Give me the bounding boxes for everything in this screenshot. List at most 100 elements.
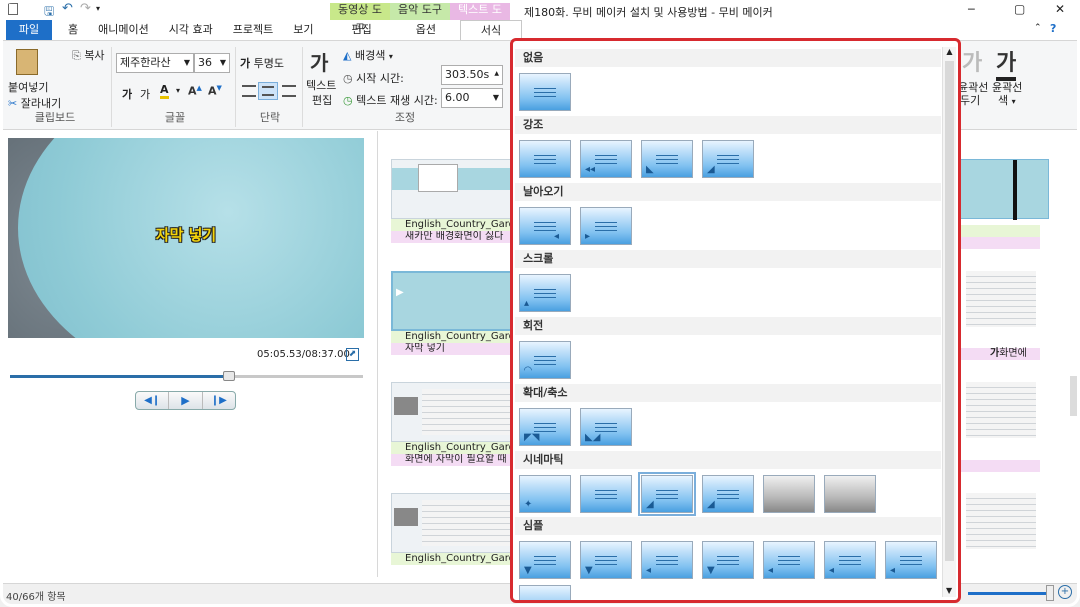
clip-thumbnail[interactable]: [966, 382, 1036, 438]
grow-font-button[interactable]: A▲: [188, 84, 202, 98]
tab-file[interactable]: 파일: [6, 20, 52, 40]
effect-tile[interactable]: [519, 585, 571, 600]
effect-tile[interactable]: ◂◂: [580, 140, 632, 178]
play-button[interactable]: ▶: [168, 392, 203, 409]
effect-tile[interactable]: ▼: [519, 541, 571, 579]
effect-tile[interactable]: ◂: [519, 207, 571, 245]
transparency-button[interactable]: 가 투명도: [240, 55, 284, 71]
text-line-icon: [839, 564, 861, 565]
maximize-button[interactable]: ▢: [1014, 2, 1025, 16]
zoom-slider[interactable]: [968, 592, 1048, 595]
edit-text-label-2[interactable]: 편집: [312, 92, 332, 108]
font-color-dropdown-icon[interactable]: ▾: [176, 86, 180, 95]
previous-frame-button[interactable]: ◀❙: [136, 392, 168, 409]
effect-tile[interactable]: ▼: [702, 541, 754, 579]
clip-subtitle-bar: [956, 237, 1040, 249]
seek-thumb[interactable]: [222, 371, 235, 381]
close-button[interactable]: ✕: [1055, 2, 1065, 16]
effect-tile[interactable]: ◂: [885, 541, 937, 579]
tab-project[interactable]: 프로젝트: [223, 20, 283, 40]
minimize-button[interactable]: ─: [968, 3, 975, 16]
align-left-icon[interactable]: [242, 85, 256, 97]
contextual-tab-headers: 동영상 도구 음악 도구 텍스트 도구: [330, 0, 510, 35]
effect-tile[interactable]: ▸: [580, 207, 632, 245]
clip-thumbnail[interactable]: [956, 159, 1049, 220]
align-right-icon[interactable]: [282, 85, 296, 97]
bold-button[interactable]: 가: [122, 86, 132, 102]
clip-thumbnail[interactable]: [966, 271, 1036, 327]
tab-edit[interactable]: 편집: [341, 20, 381, 40]
outline-size-icon[interactable]: 가: [962, 45, 982, 77]
gallery-scrollbar[interactable]: ▲ ▼: [942, 47, 956, 597]
effect-tile[interactable]: ◂: [824, 541, 876, 579]
effect-tile[interactable]: [824, 475, 876, 513]
paste-icon[interactable]: [16, 49, 38, 75]
effect-tile[interactable]: ▼: [580, 541, 632, 579]
qat-dropdown-icon[interactable]: ▾: [96, 4, 100, 13]
edit-text-icon[interactable]: 가: [310, 47, 328, 76]
scroll-down-icon[interactable]: ▼: [946, 586, 952, 595]
effect-tile[interactable]: ◤◥: [519, 408, 571, 446]
effect-tile[interactable]: ◣◢: [580, 408, 632, 446]
text-line-icon: [717, 564, 739, 565]
effect-tile[interactable]: [519, 73, 571, 111]
outline-color-icon[interactable]: 가: [996, 45, 1017, 81]
fullscreen-icon[interactable]: ⬈: [346, 348, 359, 361]
effect-tile[interactable]: ▴: [519, 274, 571, 312]
edit-text-label[interactable]: 텍스트: [306, 77, 336, 93]
outline-size-label-2[interactable]: 두기: [960, 92, 980, 108]
clip-thumbnail[interactable]: [966, 493, 1036, 549]
effect-tile[interactable]: ◜◝: [519, 341, 571, 379]
text-line-icon: [534, 556, 556, 557]
effect-tile[interactable]: [580, 475, 632, 513]
text-line-icon: [656, 556, 678, 557]
font-family-select[interactable]: 제주한라산 ▼: [116, 53, 194, 73]
next-frame-button[interactable]: ❙▶: [203, 392, 235, 409]
redo-icon[interactable]: ↷: [80, 1, 91, 16]
italic-button[interactable]: 가: [140, 86, 150, 102]
tab-animation[interactable]: 애니메이션: [88, 20, 159, 40]
effect-tile[interactable]: ✦: [519, 475, 571, 513]
zoom-thumb[interactable]: [1046, 585, 1054, 601]
collapse-ribbon-icon[interactable]: ⌃: [1034, 23, 1042, 33]
font-size-select[interactable]: 36 ▼: [194, 53, 230, 73]
tab-options[interactable]: 옵션: [406, 20, 446, 40]
undo-icon[interactable]: ↶: [62, 1, 73, 16]
align-center-button[interactable]: [258, 82, 278, 100]
tab-visual-effects[interactable]: 시각 효과: [159, 20, 223, 40]
scroll-up-icon[interactable]: ▲: [943, 47, 956, 56]
seek-bar[interactable]: [10, 371, 363, 381]
storyboard-scrollbar[interactable]: [1070, 376, 1078, 416]
storyboard-clip[interactable]: English_Country_Garde 화면에 자막이 필요할 때: [391, 382, 521, 466]
effect-tile[interactable]: [519, 140, 571, 178]
background-color-button[interactable]: ◭ 배경색 ▾: [343, 47, 393, 63]
storyboard-clip[interactable]: ▶ English_Country_Garde 자막 넣기: [391, 271, 521, 355]
font-color-button[interactable]: A: [160, 83, 169, 99]
paste-button[interactable]: 붙여넣기: [8, 79, 48, 95]
effect-tile[interactable]: ◂: [641, 541, 693, 579]
start-time-input[interactable]: 303.50s▲▼: [441, 65, 503, 95]
storyboard-clip[interactable]: English_Country_Garde 새카만 배경화면이 싫다: [391, 159, 521, 243]
effect-tile[interactable]: ◢: [702, 475, 754, 513]
copy-button[interactable]: ⎘ 복사: [72, 47, 105, 63]
arrow-icon: ▼: [524, 565, 532, 576]
tab-view[interactable]: 보기: [283, 20, 323, 40]
effect-tile[interactable]: [763, 475, 815, 513]
zoom-in-icon[interactable]: +: [1058, 585, 1072, 599]
duration-select[interactable]: 6.00 ▼: [441, 88, 503, 108]
outline-color-label-2[interactable]: 색 ▾: [998, 92, 1016, 108]
ribbon-tabs: 파일 홈 애니메이션 시각 효과 프로젝트 보기 편집 옵션 서식 ⌃ ?: [0, 20, 1080, 40]
effect-tile[interactable]: ◂: [763, 541, 815, 579]
storyboard-clip[interactable]: English_Country_Garde: [391, 493, 521, 565]
effect-tile[interactable]: ◢: [638, 472, 696, 516]
scroll-thumb[interactable]: [945, 61, 954, 561]
effect-tile[interactable]: ◣: [641, 140, 693, 178]
text-line-icon: [595, 556, 617, 557]
effect-tile[interactable]: ◢: [702, 140, 754, 178]
separator: [111, 47, 112, 127]
tab-home[interactable]: 홈: [58, 20, 88, 40]
text-line-icon: [778, 560, 800, 561]
tab-format[interactable]: 서식: [459, 20, 522, 40]
help-icon[interactable]: ?: [1050, 22, 1056, 35]
shrink-font-button[interactable]: A▼: [208, 84, 222, 98]
